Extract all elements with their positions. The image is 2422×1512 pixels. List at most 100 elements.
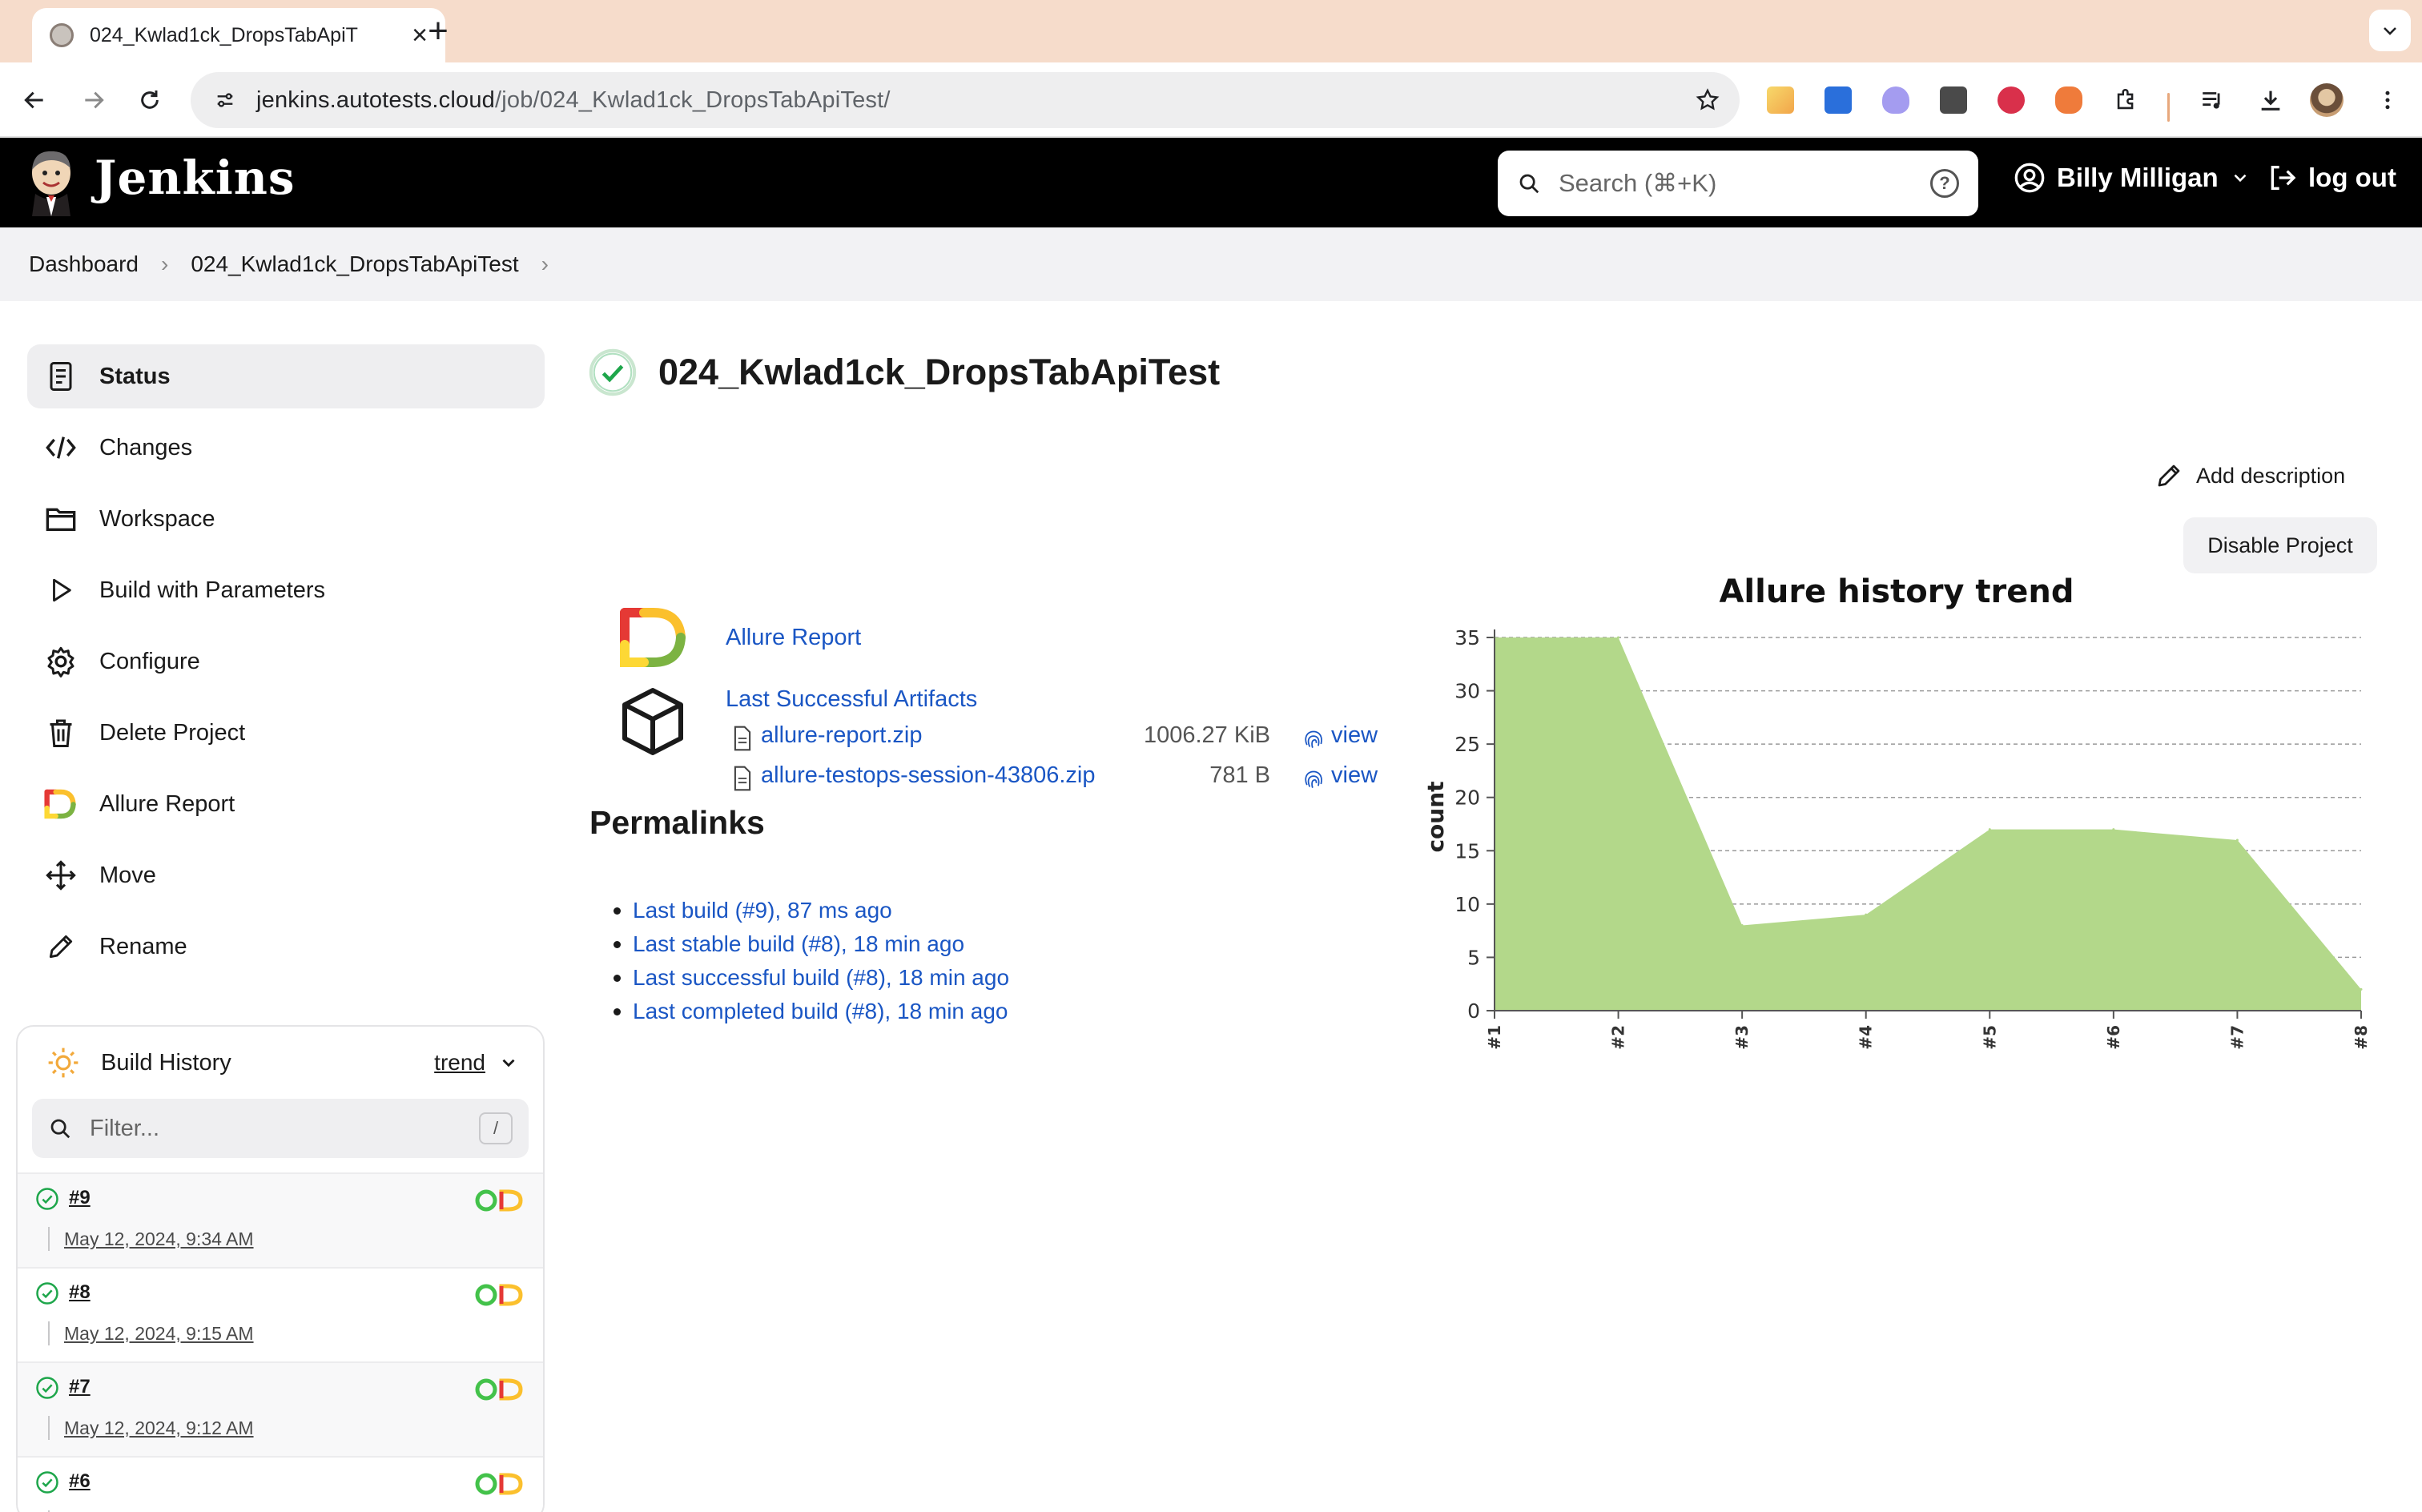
chart-x-tick-label: #6 [2104,1025,2123,1050]
forward-button[interactable] [74,80,114,120]
chart-series-area [1495,637,2361,1011]
build-number-link[interactable]: #6 [69,1470,91,1493]
build-date[interactable]: May 12, 2024, 9:15 AM [64,1323,254,1345]
artifact-view-link[interactable]: view [1331,722,1378,749]
build-row[interactable]: #9 May 12, 2024, 9:34 AM [18,1172,543,1267]
artifact-size: 1006.27 KiB [1143,722,1270,748]
chart-data-point [1740,923,1744,927]
filter-input[interactable]: Filter... [90,1116,479,1142]
search-icon [50,1119,70,1139]
sidebar-item-label: Allure Report [99,790,235,817]
success-icon [36,1188,58,1210]
chart-title: Allure history trend [1719,573,2074,610]
allure-badge-icon[interactable] [474,1283,524,1307]
timeline-line [48,1416,50,1440]
user-menu[interactable]: Billy Milligan [2014,162,2251,194]
sidebar-item-allure-report[interactable]: Allure Report [27,772,545,836]
download-icon[interactable] [2251,80,2291,120]
extension-blue-icon[interactable] [1818,80,1858,120]
search-help-icon[interactable]: ? [1930,169,1959,198]
permalink-last-successful-build[interactable]: Last successful build (#8), 18 min ago [613,961,1009,995]
extension-notes-icon[interactable] [1760,80,1800,120]
allure-history-trend-chart[interactable]: Allure history trend count 0 5 10 15 20 25 30 3… [1416,561,2377,1073]
build-filter[interactable]: Filter... / [32,1099,529,1158]
chevron-down-icon[interactable] [498,1052,519,1073]
extension-orange-icon[interactable] [2049,80,2089,120]
sidebar-item-delete-project[interactable]: Delete Project [27,701,545,765]
allure-badge-icon[interactable] [474,1472,524,1496]
artifact-row: allure-testops-session-43806.zip 781 B v… [732,762,1381,794]
sidebar-item-move[interactable]: Move [27,843,545,907]
sidebar-item-build-with-parameters[interactable]: Build with Parameters [27,558,545,622]
file-icon [734,766,751,791]
allure-badge-icon[interactable] [474,1377,524,1401]
tab-title: 024_Kwlad1ck_DropsTabApiT [90,23,358,46]
new-tab-icon[interactable]: + [418,11,458,51]
artifact-link[interactable]: allure-report.zip [761,722,922,749]
tab-search-button[interactable] [2369,10,2411,51]
build-number-link[interactable]: #9 [69,1187,91,1209]
extension-selenium-icon[interactable] [1933,80,1973,120]
build-row[interactable]: #7 May 12, 2024, 9:12 AM [18,1361,543,1456]
sidebar-item-status[interactable]: Status [27,344,545,408]
extension-red-icon[interactable] [1991,80,2031,120]
artifact-view-link[interactable]: view [1331,762,1378,789]
sidebar-item-label: Changes [99,434,193,460]
gear-icon [43,644,78,679]
chart-plot-area: 0 5 10 15 20 25 30 35 #1 #2 #3 #4 #5 #6 #7 #8 [1454,626,2371,1050]
extension-purple-icon[interactable] [1876,80,1916,120]
allure-icon [43,786,78,822]
browser-menu-icon[interactable] [2368,80,2408,120]
breadcrumb-chevron-icon[interactable]: › [541,251,549,277]
build-number-link[interactable]: #8 [69,1281,91,1304]
add-description-button[interactable]: Add description [2154,461,2345,490]
build-row[interactable]: #6 [18,1456,543,1512]
artifact-link[interactable]: allure-testops-session-43806.zip [761,762,1096,789]
browser-tab-active[interactable]: 024_Kwlad1ck_DropsTabApiT × [32,8,445,62]
breadcrumb-job[interactable]: 024_Kwlad1ck_DropsTabApiTest [191,251,518,277]
breadcrumb-dashboard[interactable]: Dashboard [29,251,139,277]
allure-badge-icon[interactable] [474,1188,524,1212]
browser-tabstrip: 024_Kwlad1ck_DropsTabApiT × + [0,0,2422,62]
trend-link[interactable]: trend [434,1050,485,1076]
sidebar-item-configure[interactable]: Configure [27,629,545,694]
browser-profile-avatar[interactable] [2310,83,2344,117]
sidebar-item-workspace[interactable]: Workspace [27,487,545,551]
build-history-panel: Build History trend Filter... / #9 May 1… [16,1025,545,1512]
play-icon [43,573,78,608]
search-input[interactable]: Search (⌘+K) [1559,169,1930,198]
jenkins-favicon-icon [50,23,74,47]
jenkins-brand[interactable]: Jenkins [95,151,296,205]
search-box[interactable]: Search (⌘+K) ? [1498,151,1978,216]
build-date[interactable]: May 12, 2024, 9:34 AM [64,1228,254,1250]
build-date[interactable]: May 12, 2024, 9:12 AM [64,1418,254,1439]
chart-x-tick-label: #2 [1609,1025,1628,1050]
permalinks-list: Last build (#9), 87 ms ago Last stable b… [613,894,1009,1028]
media-controls-icon[interactable] [2193,80,2233,120]
back-button[interactable] [14,80,54,120]
file-icon [734,726,751,751]
permalink-last-stable-build[interactable]: Last stable build (#8), 18 min ago [613,927,1009,961]
permalink-last-completed-build[interactable]: Last completed build (#8), 18 min ago [613,995,1009,1028]
sidebar-item-rename[interactable]: Rename [27,915,545,979]
permalinks-heading: Permalinks [589,804,765,841]
toolbar-divider [2167,93,2170,122]
allure-report-logo-icon[interactable] [617,605,690,670]
artifact-row: allure-report.zip 1006.27 KiB view [732,722,1381,754]
jenkins-logo-icon[interactable] [27,149,75,216]
permalink-last-build[interactable]: Last build (#9), 87 ms ago [613,894,1009,927]
sidebar-item-changes[interactable]: Changes [27,416,545,480]
logout-label: log out [2308,163,2396,192]
logout-button[interactable]: log out [2265,162,2396,194]
site-info-icon[interactable] [207,82,243,119]
chart-data-point [2360,987,2363,991]
extensions-puzzle-icon[interactable] [2106,80,2146,120]
reload-button[interactable] [130,80,170,120]
allure-report-link[interactable]: Allure Report [726,625,861,651]
build-number-link[interactable]: #7 [69,1376,91,1398]
bookmark-star-icon[interactable] [1684,76,1732,124]
address-bar[interactable]: jenkins.autotests.cloud/job/024_Kwlad1ck… [191,72,1740,128]
fingerprint-icon [1305,770,1322,788]
build-row[interactable]: #8 May 12, 2024, 9:15 AM [18,1267,543,1361]
last-successful-artifacts-link[interactable]: Last Successful Artifacts [726,686,977,713]
